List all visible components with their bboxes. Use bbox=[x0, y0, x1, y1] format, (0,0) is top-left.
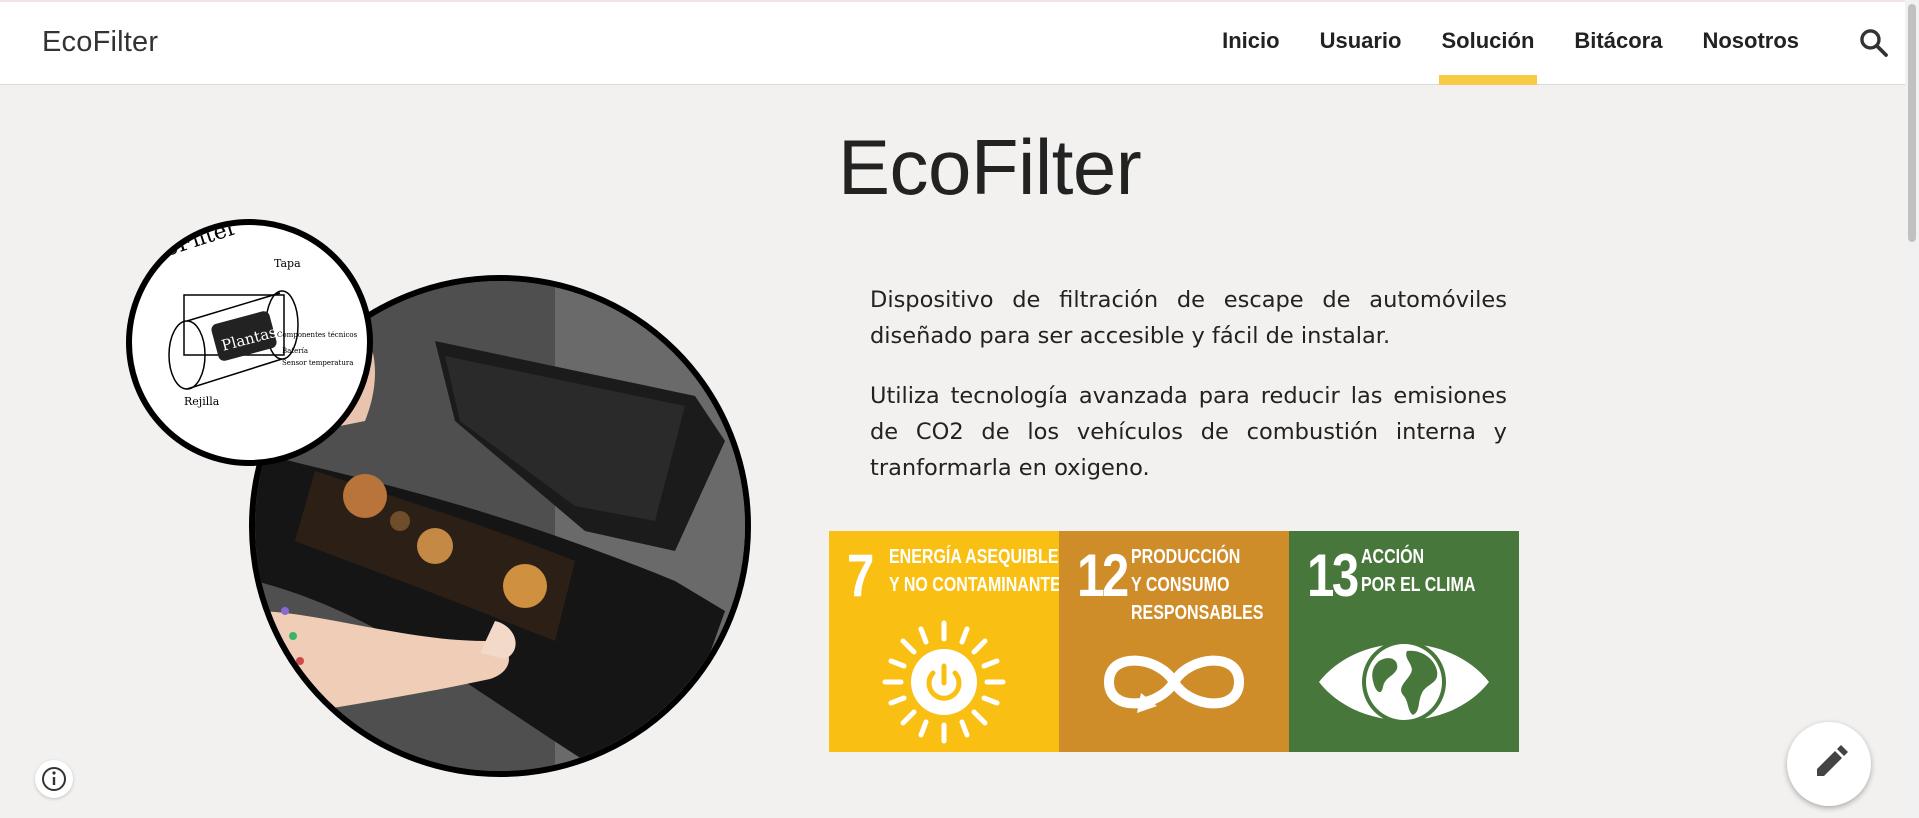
sdg-title-line: ENERGÍA ASEQUIBLE bbox=[889, 546, 1059, 568]
sdg-tile-12[interactable]: 12 PRODUCCIÓN Y CONSUMO RESPONSABLES bbox=[1059, 531, 1289, 752]
nav-item-bitacora[interactable]: Bitácora bbox=[1554, 0, 1682, 85]
search-button[interactable] bbox=[1857, 26, 1891, 60]
infinity-loop-icon bbox=[1103, 655, 1245, 713]
sdg-title-line: POR EL CLIMA bbox=[1361, 574, 1476, 596]
edit-page-button[interactable] bbox=[1787, 722, 1871, 806]
site-info-button[interactable] bbox=[35, 760, 73, 798]
sun-power-icon bbox=[882, 620, 1006, 744]
sdg-title-line: Y CONSUMO bbox=[1131, 574, 1230, 596]
nav-item-usuario[interactable]: Usuario bbox=[1300, 0, 1422, 85]
sdg-number: 12 bbox=[1077, 542, 1129, 609]
sdg-title: ACCIÓN POR EL CLIMA bbox=[1361, 543, 1475, 599]
nav-item-inicio[interactable]: Inicio bbox=[1202, 0, 1299, 85]
sdg-number: 7 bbox=[847, 542, 874, 609]
info-icon bbox=[42, 767, 66, 791]
search-icon bbox=[1860, 29, 1888, 57]
scrollbar-thumb[interactable] bbox=[1908, 4, 1916, 242]
pencil-icon bbox=[1817, 745, 1848, 776]
device-sketch: EcoFilter Plantas Tapa Componentes técni… bbox=[126, 219, 373, 466]
sdg-tile-13[interactable]: 13 ACCIÓN POR EL CLIMA bbox=[1289, 531, 1519, 752]
sdg-title-line: PRODUCCIÓN bbox=[1131, 546, 1241, 568]
sdg-title: ENERGÍA ASEQUIBLE Y NO CONTAMINANTE bbox=[889, 543, 1059, 599]
main-nav: Inicio Usuario Solución Bitácora Nosotro… bbox=[1202, 0, 1819, 85]
site-title[interactable]: EcoFilter bbox=[42, 26, 158, 59]
sketch-label-rejilla: Rejilla bbox=[184, 395, 220, 408]
nav-item-nosotros[interactable]: Nosotros bbox=[1682, 0, 1819, 85]
sketch-brand-text: EcoFilter bbox=[134, 225, 240, 271]
sdg-title-line: Y NO CONTAMINANTE bbox=[889, 574, 1059, 596]
sketch-label-sensor: Sensor temperatura bbox=[282, 359, 353, 367]
description-paragraph-1: Dispositivo de filtración de escape de a… bbox=[870, 287, 1507, 349]
description-paragraph-2: Utiliza tecnología avanzada para reducir… bbox=[870, 383, 1507, 481]
sketch-label-tapa: Tapa bbox=[274, 257, 301, 270]
page-scrollbar[interactable] bbox=[1905, 0, 1919, 818]
sketch-label-componentes: Componentes técnicos bbox=[277, 331, 358, 339]
sdg-number: 13 bbox=[1307, 542, 1359, 609]
sketch-label-bateria: Batería bbox=[282, 347, 308, 355]
page-heading: EcoFilter bbox=[838, 123, 1142, 211]
nav-item-solucion[interactable]: Solución bbox=[1422, 0, 1555, 85]
sdg-title-line: ACCIÓN bbox=[1361, 546, 1425, 568]
eye-globe-icon bbox=[1319, 640, 1489, 724]
device-sketch-drawing: EcoFilter Plantas Tapa Componentes técni… bbox=[134, 225, 358, 408]
sdg-tile-7[interactable]: 7 ENERGÍA ASEQUIBLE Y NO CONTAMINANTE bbox=[829, 531, 1059, 752]
top-navigation-bar: EcoFilter Inicio Usuario Solución Bitáco… bbox=[0, 0, 1919, 85]
